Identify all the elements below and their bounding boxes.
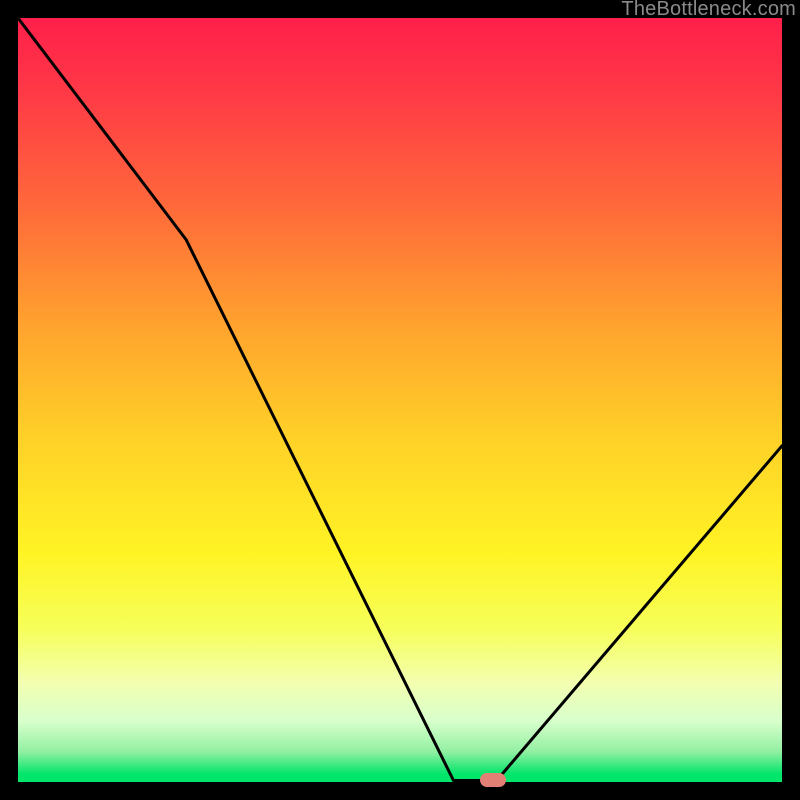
optimal-point-marker — [480, 773, 506, 787]
chart-area — [18, 18, 782, 782]
bottleneck-line-chart — [18, 18, 782, 782]
watermark-text: TheBottleneck.com — [621, 0, 796, 21]
bottleneck-curve-path — [18, 18, 782, 781]
